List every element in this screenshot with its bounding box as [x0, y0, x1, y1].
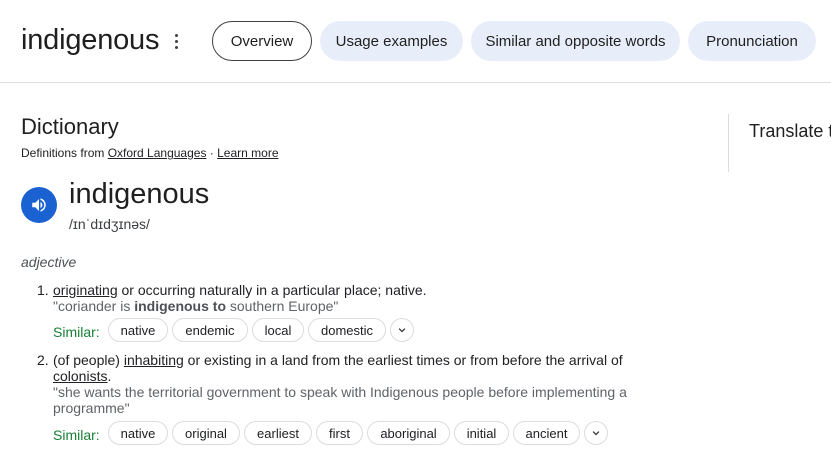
source-prefix: Definitions from: [21, 146, 108, 160]
chevron-down-icon: [592, 431, 600, 436]
similar-label: Similar:: [53, 427, 100, 443]
phonetic-spelling: /ɪnˈdɪdʒɪnəs/: [69, 216, 150, 232]
example-text: "coriander is: [53, 298, 135, 314]
tab-pronunciation[interactable]: Pronunciation: [688, 21, 816, 61]
expand-similar-button[interactable]: [584, 421, 608, 445]
tab-overview[interactable]: Overview: [212, 21, 312, 61]
inhabiting-link[interactable]: inhabiting: [124, 352, 184, 368]
similar-chip-first[interactable]: first: [316, 421, 363, 445]
sense-2-definition-cont: colonists.: [53, 368, 111, 384]
definition-end: .: [107, 368, 112, 384]
header-bar: indigenous Overview Usage examples Simil…: [0, 0, 831, 83]
similar-label: Similar:: [53, 324, 100, 340]
definitions-source: Definitions from Oxford Languages · Lear…: [21, 146, 279, 160]
more-options-icon[interactable]: [169, 30, 183, 52]
vertical-divider: [728, 114, 729, 172]
volume-icon: [32, 198, 46, 212]
originating-link[interactable]: originating: [53, 282, 118, 298]
expand-similar-button[interactable]: [390, 318, 414, 342]
sense-1-example: "coriander is indigenous to southern Eur…: [53, 298, 338, 314]
sense-number: 1.: [37, 282, 49, 298]
definition-text: or occurring naturally in a particular p…: [117, 282, 427, 298]
definition-prefix: (of people): [53, 352, 124, 368]
similar-chip-local[interactable]: local: [252, 318, 304, 342]
example-bold: indigenous to: [134, 298, 226, 314]
tab-similar-opposite-words[interactable]: Similar and opposite words: [471, 21, 680, 61]
sense-2-example: "she wants the territorial government to…: [53, 384, 627, 400]
chevron-down-icon: [398, 328, 406, 333]
similar-chip-original[interactable]: original: [172, 421, 240, 445]
similar-chip-domestic[interactable]: domestic: [308, 318, 386, 342]
colonists-link[interactable]: colonists: [53, 368, 107, 384]
definition-text: or existing in a land from the earliest …: [183, 352, 623, 368]
learn-more-link[interactable]: Learn more: [217, 146, 278, 160]
similar-chip-ancient[interactable]: ancient: [513, 421, 580, 445]
pronounce-button[interactable]: [21, 187, 57, 223]
example-text: southern Europe": [226, 298, 339, 314]
sense-number: 2.: [37, 352, 49, 368]
similar-chip-native[interactable]: native: [108, 318, 168, 342]
similar-chip-initial[interactable]: initial: [454, 421, 509, 445]
translate-heading: Translate t: [749, 121, 831, 141]
sense-1-definition: originating or occurring naturally in a …: [53, 282, 427, 298]
sense-2-definition: (of people) inhabiting or existing in a …: [53, 352, 623, 368]
similar-chip-native[interactable]: native: [108, 421, 168, 445]
headword: indigenous: [69, 178, 210, 210]
similar-chip-aboriginal[interactable]: aboriginal: [367, 421, 450, 445]
part-of-speech: adjective: [21, 254, 77, 270]
similar-chip-endemic[interactable]: endemic: [172, 318, 248, 342]
sense-2-example-cont: programme": [53, 400, 130, 416]
source-separator: ·: [206, 146, 218, 160]
oxford-languages-link[interactable]: Oxford Languages: [108, 146, 207, 160]
page-title: indigenous: [21, 24, 160, 56]
similar-chip-earliest[interactable]: earliest: [244, 421, 312, 445]
tab-usage-examples[interactable]: Usage examples: [320, 21, 463, 61]
dictionary-heading: Dictionary: [21, 114, 119, 139]
